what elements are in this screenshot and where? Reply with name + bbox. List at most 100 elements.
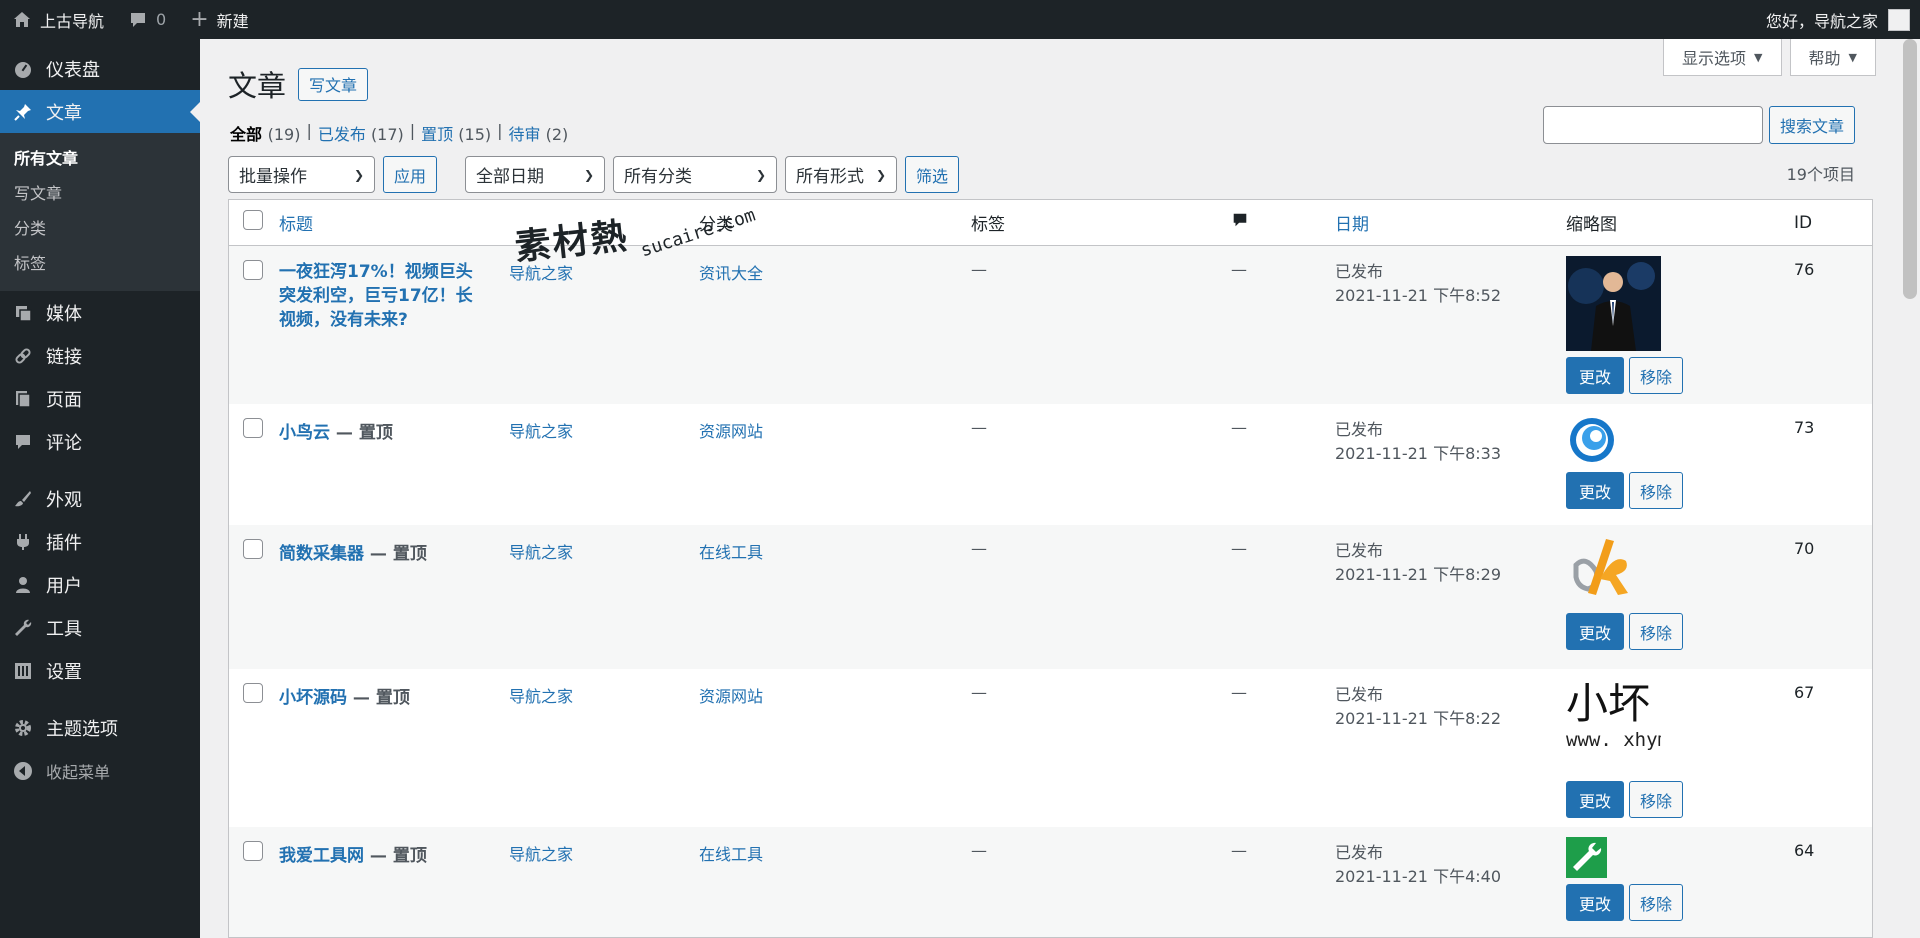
page-title: 文章: [228, 69, 287, 103]
post-title-link[interactable]: 我爱工具网: [279, 846, 364, 866]
select-all-checkbox[interactable]: [243, 210, 263, 230]
remove-thumbnail-button[interactable]: 移除: [1629, 472, 1684, 509]
change-thumbnail-button[interactable]: 更改: [1566, 613, 1625, 650]
sidebar-item-plugins[interactable]: 插件: [0, 520, 200, 563]
sidebar-item-label: 插件: [46, 532, 82, 554]
screen-options-button[interactable]: 显示选项 ▼: [1663, 39, 1782, 76]
row-checkbox[interactable]: [243, 841, 263, 861]
view-sticky[interactable]: 置顶 (15): [421, 121, 491, 145]
sidebar-item-pages[interactable]: 页面: [0, 377, 200, 420]
home-icon: [14, 11, 30, 27]
format-filter-select[interactable]: 所有形式 ❯: [785, 156, 898, 193]
sidebar-item-label: 仪表盘: [46, 59, 100, 81]
gear-icon: [12, 718, 34, 738]
sidebar-item-posts[interactable]: 文章: [0, 90, 200, 133]
add-new-post-button[interactable]: 写文章: [298, 67, 369, 101]
sidebar-item-label: 外观: [46, 489, 82, 511]
change-thumbnail-button[interactable]: 更改: [1566, 884, 1625, 921]
sidebar-item-settings[interactable]: 设置: [0, 649, 200, 692]
sidebar-item-media[interactable]: 媒体: [0, 291, 200, 334]
date-filter-select[interactable]: 全部日期 ❯: [465, 156, 606, 193]
change-thumbnail-button[interactable]: 更改: [1566, 472, 1625, 509]
submenu-add-post[interactable]: 写文章: [0, 176, 200, 211]
category-link[interactable]: 在线工具: [699, 543, 763, 562]
tags-cell: —: [971, 539, 987, 558]
view-all[interactable]: 全部 (19): [230, 121, 300, 145]
row-checkbox[interactable]: [243, 539, 263, 559]
posts-submenu: 所有文章 写文章 分类 标签: [0, 133, 200, 291]
category-link[interactable]: 资源网站: [699, 687, 763, 706]
view-published[interactable]: 已发布 (17): [318, 121, 404, 145]
thumbnail-text-line1: 小坏: [1566, 679, 1651, 728]
author-link[interactable]: 导航之家: [509, 687, 573, 706]
remove-thumbnail-button[interactable]: 移除: [1629, 613, 1684, 650]
row-checkbox[interactable]: [243, 683, 263, 703]
sidebar-item-label: 页面: [46, 389, 82, 411]
page-scrollbar[interactable]: [1900, 39, 1920, 938]
category-link[interactable]: 在线工具: [699, 845, 763, 864]
post-title-link[interactable]: 小坏源码: [279, 688, 347, 708]
submenu-tags[interactable]: 标签: [0, 246, 200, 281]
sidebar-item-tools[interactable]: 工具: [0, 606, 200, 649]
sidebar-item-links[interactable]: 链接: [0, 334, 200, 377]
table-row: 小鸟云 — 置顶 导航之家 资源网站 — — 已发布 2021-11-21 下午8…: [229, 404, 1872, 525]
remove-thumbnail-button[interactable]: 移除: [1629, 781, 1684, 818]
triangle-down-icon: ▼: [1848, 50, 1857, 64]
category-link[interactable]: 资源网站: [699, 422, 763, 441]
sidebar-item-label: 链接: [46, 346, 82, 368]
author-link[interactable]: 导航之家: [509, 543, 573, 562]
remove-thumbnail-button[interactable]: 移除: [1629, 884, 1684, 921]
submenu-all-posts[interactable]: 所有文章: [0, 141, 200, 176]
sidebar-item-dashboard[interactable]: 仪表盘: [0, 47, 200, 90]
bulk-action-select[interactable]: 批量操作 ❯: [228, 156, 375, 193]
search-box: 搜索文章: [1542, 106, 1855, 144]
table-nav: 批量操作 ❯ 应用 全部日期 ❯ 所有分类 ❯ 所有形式 ❯ 筛选: [228, 156, 960, 193]
scrollbar-thumb[interactable]: [1903, 39, 1917, 299]
remove-thumbnail-button[interactable]: 移除: [1629, 357, 1684, 394]
column-date-header[interactable]: 日期: [1335, 210, 1566, 235]
filter-button[interactable]: 筛选: [905, 156, 960, 193]
sidebar-item-users[interactable]: 用户: [0, 563, 200, 606]
post-date: 2021-11-21 下午8:22: [1335, 709, 1502, 728]
submenu-categories[interactable]: 分类: [0, 211, 200, 246]
category-filter-select[interactable]: 所有分类 ❯: [613, 156, 778, 193]
post-title-link[interactable]: 一夜狂泻17%！视频巨头突发利空，巨亏17亿！长视频，没有未来?: [279, 262, 473, 330]
author-link[interactable]: 导航之家: [509, 422, 573, 441]
change-thumbnail-button[interactable]: 更改: [1566, 781, 1625, 818]
apply-button[interactable]: 应用: [383, 156, 438, 193]
sidebar-item-comments[interactable]: 评论: [0, 420, 200, 463]
avatar[interactable]: [1888, 8, 1910, 31]
search-input[interactable]: [1542, 106, 1763, 144]
comments-cell: —: [1231, 260, 1247, 279]
post-title-link[interactable]: 小鸟云: [279, 423, 330, 443]
user-greeting[interactable]: 您好，导航之家: [1766, 8, 1878, 32]
post-title-link[interactable]: 简数采集器: [279, 544, 364, 564]
view-pending[interactable]: 待审 (2): [509, 121, 569, 145]
change-thumbnail-button[interactable]: 更改: [1566, 357, 1625, 394]
table-row: 小坏源码 — 置顶 导航之家 资源网站 — — 已发布 2021-11-21 下午…: [229, 669, 1872, 827]
sidebar-item-label: 用户: [46, 575, 82, 597]
page-heading: 文章 写文章: [228, 63, 369, 105]
sidebar-item-appearance[interactable]: 外观: [0, 477, 200, 520]
category-link[interactable]: 资讯大全: [699, 264, 763, 283]
new-content-link[interactable]: + 新建: [178, 0, 260, 39]
collapse-menu-button[interactable]: 收起菜单: [0, 749, 200, 792]
column-title-header[interactable]: 标题: [279, 210, 509, 235]
admin-bar: 上古导航 0 + 新建 您好，导航之家: [0, 0, 1920, 39]
posts-table: 标题 分类 标签 日期 缩略图 ID 一夜狂泻17%！视频巨头突发利空，巨亏17…: [228, 199, 1873, 938]
row-checkbox[interactable]: [243, 260, 263, 280]
bird-logo-thumbnail: [1570, 418, 1614, 462]
comments-link[interactable]: 0: [116, 0, 178, 39]
pin-icon: [12, 102, 34, 122]
author-link[interactable]: 导航之家: [509, 845, 573, 864]
comments-cell: —: [1231, 841, 1247, 860]
help-button[interactable]: 帮助 ▼: [1789, 39, 1876, 76]
row-checkbox[interactable]: [243, 418, 263, 438]
post-id: 64: [1794, 841, 1815, 860]
site-name-link[interactable]: 上古导航: [0, 0, 116, 39]
media-icon: [12, 303, 34, 323]
search-posts-button[interactable]: 搜索文章: [1768, 106, 1855, 144]
sidebar-item-theme-options[interactable]: 主题选项: [0, 706, 200, 749]
post-status: 已发布: [1335, 541, 1384, 560]
column-comments-header[interactable]: [1231, 211, 1335, 234]
